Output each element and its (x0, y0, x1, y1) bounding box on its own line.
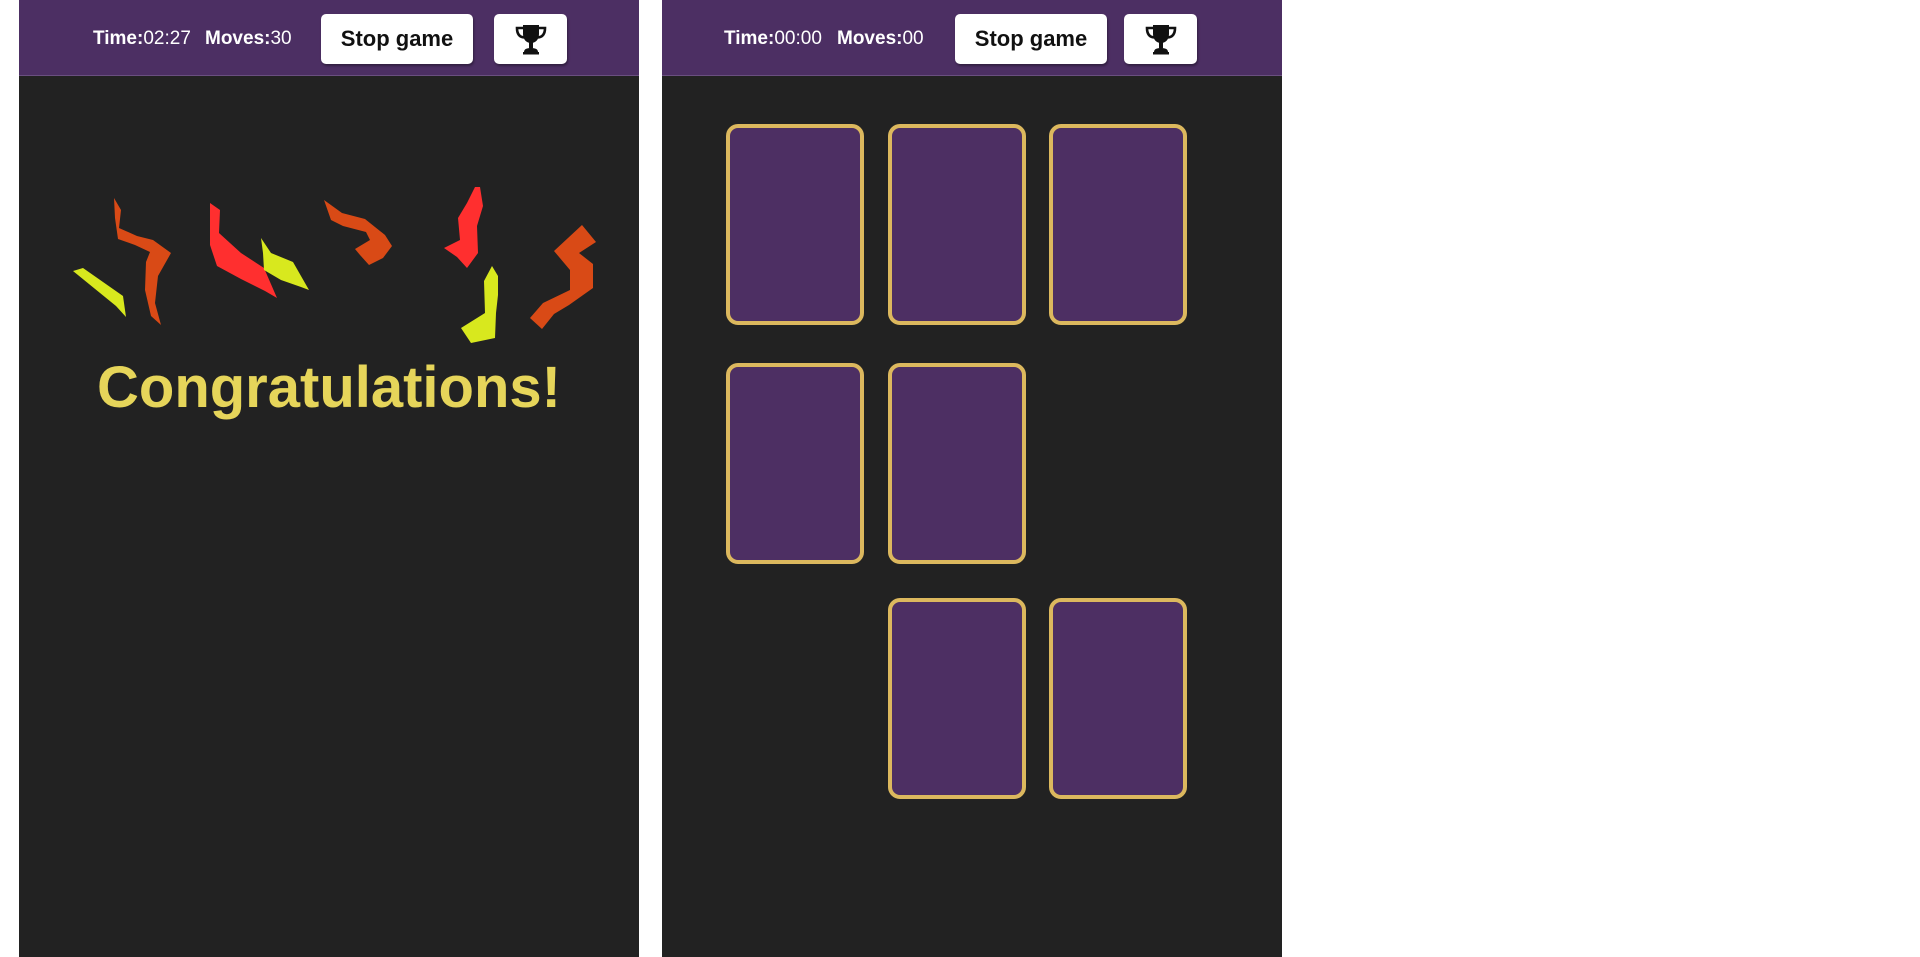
confetti-piece (461, 266, 498, 343)
game-header: Time:00:00 Moves:00 Stop game (662, 0, 1282, 76)
time-display: Time:00:00 (724, 28, 822, 50)
finished-game-panel: Time:02:27 Moves:30 Stop game Congratula… (19, 0, 639, 957)
confetti-piece (324, 200, 392, 265)
confetti-piece (444, 187, 483, 268)
leaderboard-button[interactable] (1124, 14, 1197, 64)
memory-card[interactable] (1049, 124, 1187, 325)
time-label: Time: (724, 28, 775, 49)
trophy-icon (1145, 25, 1176, 55)
memory-card[interactable] (888, 363, 1026, 564)
stop-game-button[interactable]: Stop game (955, 14, 1107, 64)
time-value: 00:00 (774, 28, 822, 49)
memory-card[interactable] (888, 124, 1026, 325)
moves-label: Moves: (837, 28, 903, 49)
congratulations-message: Congratulations! (97, 355, 561, 420)
moves-value: 00 (902, 28, 924, 49)
moves-display: Moves:00 (837, 28, 924, 50)
confetti-piece (73, 268, 126, 317)
confetti-piece (530, 225, 596, 329)
memory-card[interactable] (888, 598, 1026, 799)
memory-card[interactable] (726, 124, 864, 325)
memory-card[interactable] (726, 363, 864, 564)
confetti-decoration (73, 187, 596, 343)
new-game-panel: Time:00:00 Moves:00 Stop game (662, 0, 1282, 957)
memory-card[interactable] (1049, 598, 1187, 799)
